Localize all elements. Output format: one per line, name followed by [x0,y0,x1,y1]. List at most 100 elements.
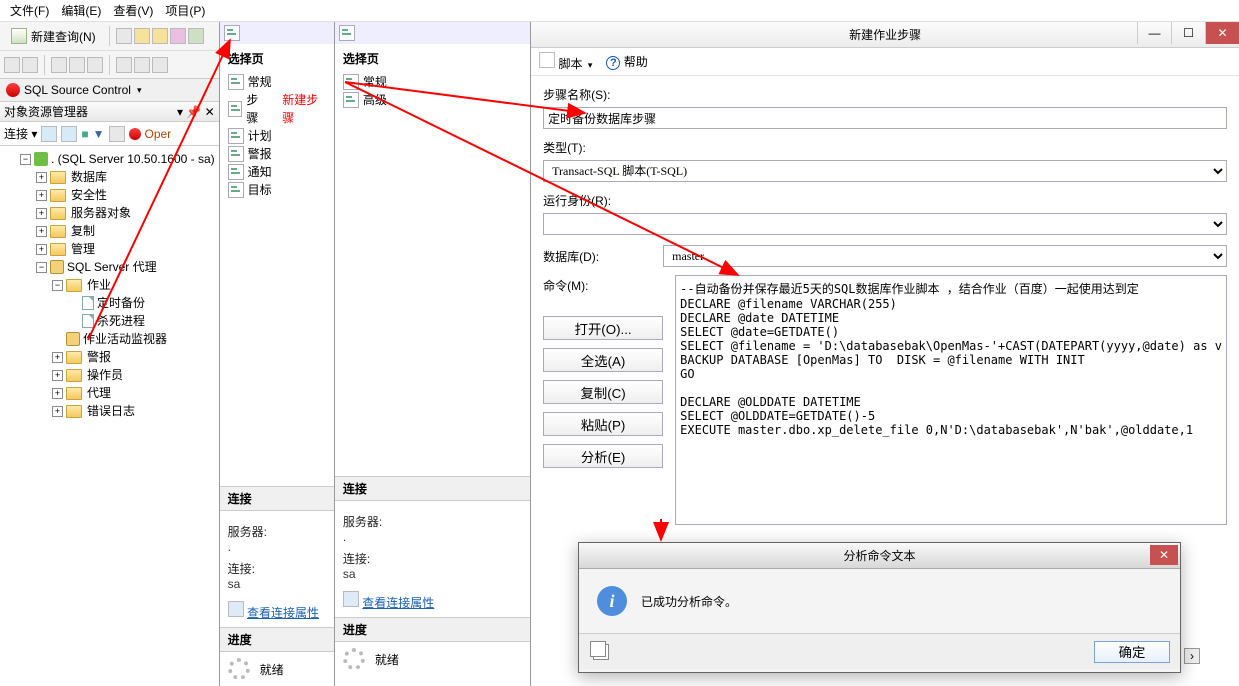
nav-notify[interactable]: 通知 [228,163,326,181]
view-conn-link[interactable]: 查看连接属性 [247,606,319,620]
command-textarea[interactable]: --自动备份并保存最近5天的SQL数据库作业脚本 ，结合作业（百度）一起使用达到… [675,275,1227,525]
tree-proxies[interactable]: 代理 [87,384,111,402]
tb2-icon-5[interactable] [87,57,103,73]
tb2-icon-1[interactable] [4,57,20,73]
activity-icon [66,332,80,346]
tree-replication[interactable]: 复制 [71,222,95,240]
expander[interactable]: + [36,244,47,255]
source-control-label[interactable]: SQL Source Control [24,83,131,97]
expander[interactable]: + [52,352,63,363]
tree-alerts[interactable]: 警报 [87,348,111,366]
nav-step-general-label: 常规 [363,73,387,91]
expander[interactable]: + [52,406,63,417]
nav-alerts[interactable]: 警报 [228,145,326,163]
db-label: 数据库(D): [543,248,653,265]
connect-icon-1[interactable] [41,126,57,142]
tb2-icon-4[interactable] [69,57,85,73]
db-select[interactable]: master [663,245,1227,267]
tree-server-objects[interactable]: 服务器对象 [71,204,131,222]
expander[interactable]: − [20,154,31,165]
expander[interactable]: + [36,172,47,183]
copy-icon[interactable] [593,644,609,660]
expander[interactable]: + [36,190,47,201]
tree-job2[interactable]: 杀死进程 [97,312,145,330]
tree-management[interactable]: 管理 [71,240,95,258]
job-properties-pane: 选择页 常规 步骤 新建步骤 计划 警报 通知 目标 连接 服务器: . 连接:… [220,22,335,686]
tree-job1[interactable]: 定时备份 [97,294,145,312]
type-select[interactable]: Transact-SQL 脚本(T-SQL) [543,160,1227,182]
toolbar-icon-1[interactable] [116,28,132,44]
page-icon [343,92,359,108]
tb2-icon-3[interactable] [51,57,67,73]
toolbar-icon-2[interactable] [134,28,150,44]
minimize-button[interactable]: — [1137,22,1171,44]
menu-edit[interactable]: 编辑(E) [55,0,107,21]
tree-security[interactable]: 安全性 [71,186,107,204]
nav-general[interactable]: 常规 [228,73,326,91]
object-explorer-title-bar: 对象资源管理器 ▾ 📌 ✕ [0,102,219,122]
connect-icon-3[interactable] [109,126,125,142]
tree-jobs[interactable]: 作业 [87,276,111,294]
toolbar-icon-4[interactable] [170,28,186,44]
toolbar-icon-3[interactable] [152,28,168,44]
msgbox-close-button[interactable]: ✕ [1150,545,1178,565]
object-explorer-tree[interactable]: − . (SQL Server 10.50.1600 - sa) + 数据库 + 安全… [0,146,219,686]
conn-label: 连接: [228,560,326,577]
expander[interactable]: + [52,388,63,399]
maximize-button[interactable]: ☐ [1171,22,1205,44]
chevron-down-icon[interactable]: ▾ [137,85,142,96]
tree-operators[interactable]: 操作员 [87,366,123,384]
runas-select[interactable] [543,213,1227,235]
tree-activity[interactable]: 作业活动监视器 [83,330,167,348]
menu-file[interactable]: 文件(F) [4,0,55,21]
refresh-icon[interactable]: ■ [81,127,88,141]
parse-button[interactable]: 分析(E) [543,444,663,468]
expander[interactable]: + [52,370,63,381]
src-icon-small[interactable] [129,128,141,140]
job-icon [82,296,94,310]
tb2-icon-2[interactable] [22,57,38,73]
help-menu[interactable]: ? 帮助 [606,53,647,70]
menu-view[interactable]: 查看(V) [107,0,159,21]
menu-project[interactable]: 项目(P) [159,0,211,21]
page-icon [228,182,244,198]
tree-agent[interactable]: SQL Server 代理 [67,258,157,276]
ok-button[interactable]: 确定 [1094,641,1170,663]
agent-icon [50,260,64,274]
expander[interactable]: + [36,208,47,219]
new-query-button[interactable]: 新建查询(N) [4,25,103,48]
open-label[interactable]: Oper [145,127,172,141]
tree-errorlog[interactable]: 错误日志 [87,402,135,420]
tb2-icon-8[interactable] [152,57,168,73]
paste-button[interactable]: 粘贴(P) [543,412,663,436]
script-menu-label: 脚本 [558,57,582,71]
filter-icon[interactable]: ▼ [93,127,105,141]
annotation-newstep: 新建步骤 [282,91,326,127]
tree-root[interactable]: . (SQL Server 10.50.1600 - sa) [51,150,215,168]
view-conn-link-2[interactable]: 查看连接属性 [362,596,434,610]
progress-header: 进度 [220,627,334,652]
nav-targets[interactable]: 目标 [228,181,326,199]
selectall-button[interactable]: 全选(A) [543,348,663,372]
nav-step-general[interactable]: 常规 [343,73,522,91]
nav-step-advanced[interactable]: 高级 [343,91,522,109]
copy-button[interactable]: 复制(C) [543,380,663,404]
open-button[interactable]: 打开(O)... [543,316,663,340]
pin-icon[interactable]: ▾ 📌 ✕ [177,105,215,119]
stepname-input[interactable] [543,107,1227,129]
tb2-icon-6[interactable] [116,57,132,73]
tb2-icon-7[interactable] [134,57,150,73]
close-button[interactable]: ✕ [1205,22,1239,44]
toolbar-icon-5[interactable] [188,28,204,44]
nav-schedules[interactable]: 计划 [228,127,326,145]
nav-steps[interactable]: 步骤 新建步骤 [228,91,326,127]
expander[interactable]: − [52,280,63,291]
script-menu[interactable]: 脚本 ▾ [539,52,592,72]
connect-icon-2[interactable] [61,126,77,142]
scroll-right-icon[interactable]: › [1184,648,1200,664]
expander[interactable]: + [36,226,47,237]
connect-dropdown[interactable]: 连接 ▾ [4,125,37,142]
expander[interactable]: − [36,262,47,273]
folder-icon [66,351,82,364]
tree-db[interactable]: 数据库 [71,168,107,186]
